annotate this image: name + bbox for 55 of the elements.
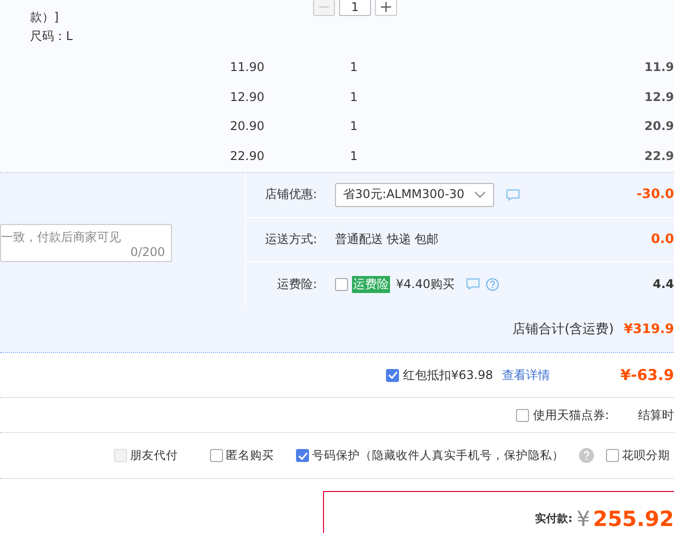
coupon-dropdown[interactable]: 省30元:ALMM300-30: [335, 182, 494, 207]
quantity: 1: [350, 119, 359, 134]
plus-button[interactable]: [375, 0, 397, 16]
help-icon[interactable]: [486, 278, 500, 291]
payment-amount: 255.92: [592, 506, 674, 530]
help-icon[interactable]: [579, 448, 594, 463]
option-label: 花呗分期: [622, 448, 670, 463]
option-label: 号码保护（隐藏收件人真实手机号，保护隐私）: [312, 448, 564, 463]
product-spec: 尺码：L: [30, 28, 73, 45]
checkbox[interactable]: [296, 449, 309, 462]
char-counter: 0/200: [130, 245, 165, 259]
insurance-price: ¥4.40购买: [396, 276, 454, 293]
unit-price: 12.90: [230, 90, 266, 104]
insurance-badge: 运费险: [352, 276, 390, 293]
chevron-down-icon: [474, 190, 486, 199]
checkbox[interactable]: [335, 278, 348, 291]
subtotal: 12.9: [644, 90, 674, 104]
shipping-method: 普通配送 快递 包邮: [335, 231, 439, 248]
quantity: 1: [350, 148, 359, 163]
store-total-label: 店铺合计(含运费): [512, 321, 614, 338]
option-amount: -30.0: [636, 187, 674, 202]
checkbox[interactable]: [210, 449, 223, 462]
deduction-label: 红包抵扣¥63.98: [403, 366, 493, 384]
coupon-label: 使用天猫点券:: [533, 406, 610, 424]
option-label: 匿名购买: [226, 448, 274, 463]
subtotal: 22.9: [644, 148, 674, 163]
option-label: 朋友代付: [130, 448, 178, 463]
checkbox[interactable]: [386, 368, 399, 382]
message-placeholder: 一致，付款后商家可见: [1, 229, 121, 246]
option-amount: 0.0: [650, 232, 674, 247]
quantity: 1: [350, 60, 359, 74]
deduction-amount: ¥-63.9: [620, 366, 674, 384]
option-label: 运费险:: [276, 276, 317, 293]
subtotal: 20.9: [644, 119, 674, 134]
option-amount: 4.4: [652, 277, 674, 292]
unit-price: 11.90: [230, 60, 266, 74]
quantity-field[interactable]: 1: [339, 0, 371, 16]
chat-bubble-icon[interactable]: [506, 188, 520, 201]
plus-icon: [380, 1, 392, 13]
unit-price: 22.90: [230, 148, 266, 163]
option-label: 店铺优惠:: [264, 186, 317, 204]
checkbox[interactable]: [516, 408, 529, 422]
checkbox[interactable]: [606, 449, 619, 462]
details-link[interactable]: 查看详情: [502, 366, 550, 384]
quantity: 1: [350, 90, 359, 104]
store-total-amount: ¥319.9: [624, 322, 674, 336]
unit-price: 20.90: [230, 119, 266, 134]
message-field[interactable]: 一致，付款后商家可见 0/200: [0, 224, 172, 262]
option-label: 运送方式:: [264, 231, 317, 248]
chat-bubble-icon[interactable]: [466, 278, 480, 290]
product-spec: 款）]: [30, 9, 60, 26]
coupon-note: 结算时: [638, 406, 674, 424]
subtotal: 11.9: [644, 60, 674, 74]
payment-label: 实付款:: [535, 511, 573, 526]
currency-sign: ¥: [576, 506, 590, 530]
